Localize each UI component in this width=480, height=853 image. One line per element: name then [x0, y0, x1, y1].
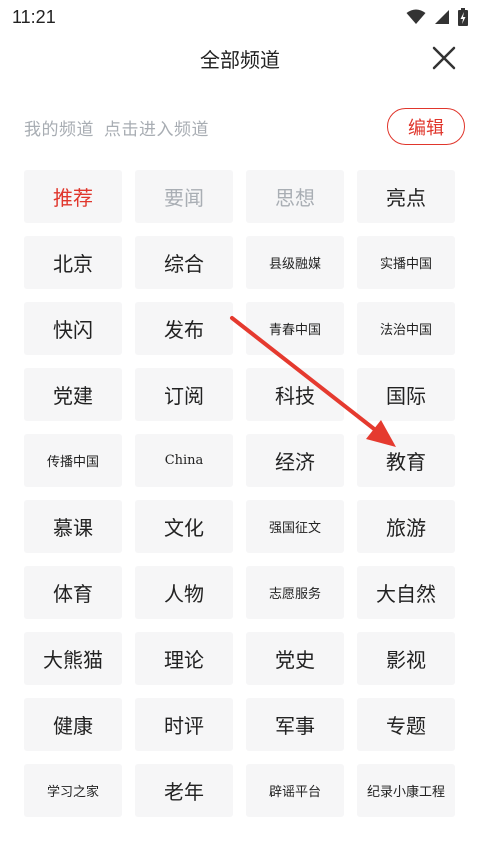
channel-item[interactable]: 慕课	[24, 500, 122, 553]
channel-item[interactable]: 旅游	[357, 500, 455, 553]
status-time: 11:21	[12, 6, 56, 27]
channel-item[interactable]: 时评	[135, 698, 233, 751]
channel-item[interactable]: 纪录小康工程	[357, 764, 455, 817]
channel-item[interactable]: 国际	[357, 368, 455, 421]
channel-item[interactable]: 强国征文	[246, 500, 344, 553]
channel-item[interactable]: 亮点	[357, 170, 455, 223]
channel-item[interactable]: 法治中国	[357, 302, 455, 355]
close-icon	[432, 46, 456, 70]
channel-item[interactable]: 要闻	[135, 170, 233, 223]
wifi-icon	[406, 9, 426, 24]
edit-button[interactable]: 编辑	[387, 108, 465, 145]
channel-item[interactable]: 教育	[357, 434, 455, 487]
channel-item[interactable]: 科技	[246, 368, 344, 421]
channel-item[interactable]: 发布	[135, 302, 233, 355]
battery-charging-icon	[458, 8, 468, 26]
my-channels-bar: 我的频道 点击进入频道 编辑	[0, 104, 480, 150]
channel-item[interactable]: 青春中国	[246, 302, 344, 355]
channel-item[interactable]: 人物	[135, 566, 233, 619]
channel-item[interactable]: 实播中国	[357, 236, 455, 289]
my-channels-hint: 我的频道 点击进入频道	[24, 115, 219, 140]
channel-item[interactable]: 县级融媒	[246, 236, 344, 289]
close-button[interactable]	[430, 44, 458, 72]
status-icons	[406, 8, 468, 26]
channel-item[interactable]: 思想	[246, 170, 344, 223]
channel-item[interactable]: China	[135, 434, 233, 487]
channel-item[interactable]: 党建	[24, 368, 122, 421]
channel-item[interactable]: 影视	[357, 632, 455, 685]
page-title: 全部频道	[200, 48, 280, 72]
channel-item[interactable]: 推荐	[24, 170, 122, 223]
channel-grid: 推荐 要闻 思想 亮点北京 综合 县级融媒 实播中国快闪 发布 青春中国 法治中国党建 订阅 科技 国际…	[24, 170, 456, 817]
channel-item[interactable]: 学习之家	[24, 764, 122, 817]
header: 全部频道	[0, 34, 480, 86]
channel-item[interactable]: 理论	[135, 632, 233, 685]
channel-item[interactable]: 志愿服务	[246, 566, 344, 619]
channel-item[interactable]: 北京	[24, 236, 122, 289]
channel-item[interactable]: 专题	[357, 698, 455, 751]
channel-item[interactable]: 快闪	[24, 302, 122, 355]
channel-item[interactable]: 大熊猫	[24, 632, 122, 685]
signal-icon	[435, 10, 449, 24]
status-bar: 11:21	[0, 0, 480, 34]
channel-item[interactable]: 大自然	[357, 566, 455, 619]
channel-item[interactable]: 传播中国	[24, 434, 122, 487]
channel-item[interactable]: 军事	[246, 698, 344, 751]
my-channels-label: 我的频道	[24, 120, 94, 140]
channel-item[interactable]: 党史	[246, 632, 344, 685]
channel-item[interactable]: 文化	[135, 500, 233, 553]
tap-hint-label: 点击进入频道	[104, 120, 209, 140]
channel-item[interactable]: 体育	[24, 566, 122, 619]
channel-item[interactable]: 老年	[135, 764, 233, 817]
channel-item[interactable]: 订阅	[135, 368, 233, 421]
channel-item[interactable]: 健康	[24, 698, 122, 751]
channel-item[interactable]: 综合	[135, 236, 233, 289]
channel-item[interactable]: 辟谣平台	[246, 764, 344, 817]
channel-item[interactable]: 经济	[246, 434, 344, 487]
